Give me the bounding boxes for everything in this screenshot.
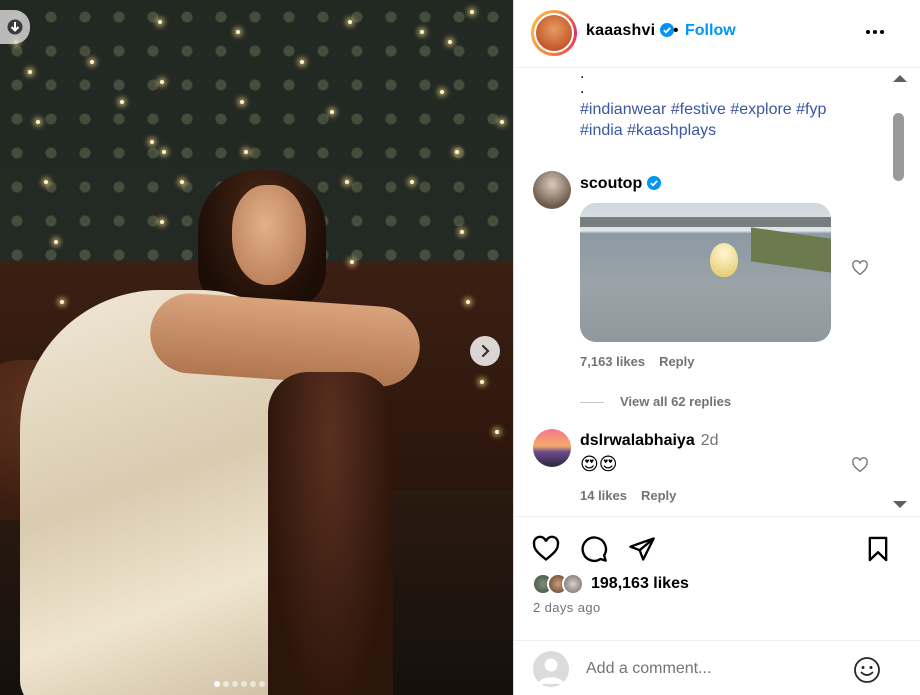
commenter-username[interactable]: dslrwalabhaiya 2d xyxy=(580,432,719,450)
add-comment-bar xyxy=(514,640,920,695)
chevron-right-icon xyxy=(481,344,490,358)
user-silhouette-icon xyxy=(538,658,564,684)
more-horizontal-icon xyxy=(866,30,870,34)
bookmark-icon[interactable] xyxy=(864,535,892,563)
likes-row[interactable]: 198,163 likes xyxy=(532,571,689,597)
likes-count[interactable]: 198,163 likes xyxy=(591,575,689,593)
follow-button[interactable]: Follow xyxy=(685,22,736,40)
add-comment-input[interactable] xyxy=(586,660,846,678)
comments-scroll-area[interactable]: . . #indianwear #festive #explore #fyp #… xyxy=(514,69,889,515)
commenter-avatar[interactable] xyxy=(533,171,571,209)
carousel-dot xyxy=(259,681,265,687)
header-separator: • xyxy=(673,22,679,39)
verified-badge-icon xyxy=(647,176,662,190)
download-button[interactable] xyxy=(0,10,30,44)
caption-hashtags[interactable]: #indianwear #festive #explore #fyp xyxy=(580,99,880,120)
photo-sofa-arm xyxy=(268,372,393,695)
post-caption: . . #indianwear #festive #explore #fyp #… xyxy=(580,69,880,141)
post-timestamp[interactable]: 2 days ago xyxy=(533,600,601,615)
comments-scrollbar[interactable] xyxy=(889,69,908,515)
caption-dot-line: . xyxy=(580,69,585,82)
commenter-avatar[interactable] xyxy=(533,429,571,467)
view-replies-button[interactable]: View all 62 replies xyxy=(580,394,731,409)
reply-button[interactable]: Reply xyxy=(641,488,676,503)
current-user-avatar xyxy=(533,651,569,687)
scroll-up-arrow-icon[interactable] xyxy=(893,75,907,82)
liker-avatar xyxy=(562,573,584,595)
photo-subject-face xyxy=(232,185,306,285)
post-action-bar xyxy=(514,516,920,576)
carousel-dot xyxy=(241,681,247,687)
carousel-dot xyxy=(214,681,220,687)
author-username[interactable]: kaaashvi xyxy=(586,22,675,40)
more-options-button[interactable] xyxy=(866,22,890,42)
post-sidebar: kaaashvi • Follow . . #indianwear #festi… xyxy=(513,0,920,695)
carousel-dot xyxy=(250,681,256,687)
comment-like-heart-icon[interactable] xyxy=(851,259,869,277)
heart-icon[interactable] xyxy=(532,535,560,563)
carousel-dot xyxy=(232,681,238,687)
instagram-post-modal: kaaashvi • Follow . . #indianwear #festi… xyxy=(0,0,920,695)
reply-button[interactable]: Reply xyxy=(659,354,694,369)
comment-meta: 14 likes Reply xyxy=(580,488,676,503)
post-photo[interactable] xyxy=(0,0,513,695)
caption-dot-line: . xyxy=(580,80,585,97)
author-avatar[interactable] xyxy=(531,10,577,56)
comment-bubble-icon[interactable] xyxy=(580,535,608,563)
smiley-icon[interactable] xyxy=(853,656,881,684)
carousel-dot xyxy=(223,681,229,687)
comment-likes[interactable]: 14 likes xyxy=(580,488,627,503)
comment-like-heart-icon[interactable] xyxy=(851,456,869,474)
carousel-next-button[interactable] xyxy=(470,336,500,366)
scrollbar-thumb[interactable] xyxy=(893,113,904,181)
post-header: kaaashvi • Follow xyxy=(514,0,920,68)
arrow-down-icon xyxy=(7,19,23,35)
comment-likes[interactable]: 7,163 likes xyxy=(580,354,645,369)
scroll-down-arrow-icon[interactable] xyxy=(893,501,907,508)
comment-meta: 7,163 likes Reply xyxy=(580,354,694,369)
comment-text: 😍😍 xyxy=(580,454,618,474)
caption-hashtags[interactable]: #india #kaashplays xyxy=(580,120,880,141)
comment-time: 2d xyxy=(700,432,719,449)
comment-gif[interactable] xyxy=(580,203,831,342)
paper-plane-icon[interactable] xyxy=(628,535,656,563)
duck-image xyxy=(710,243,738,277)
carousel-indicator xyxy=(214,681,265,687)
commenter-username[interactable]: scoutop xyxy=(580,175,662,193)
